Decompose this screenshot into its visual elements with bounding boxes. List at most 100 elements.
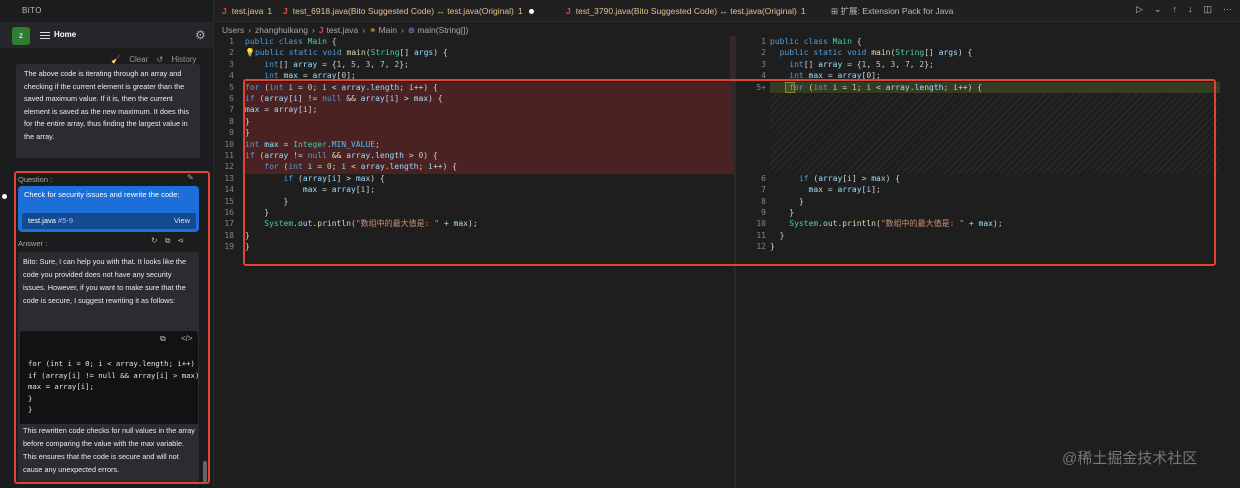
indicator-dot-icon: [2, 194, 7, 199]
line-number: 9: [229, 128, 234, 138]
more-actions-icon[interactable]: ···: [1223, 4, 1232, 14]
side-strip: [0, 48, 14, 488]
panel-toolbar: 🧹 Clear ↺ History: [105, 55, 196, 64]
tab-diff-3790[interactable]: Jtest_3790.java(Bito Suggested Code) ↔ t…: [566, 0, 806, 22]
answer-actions: ↻ ⧉ ⋖: [151, 236, 191, 246]
line-number: 17: [224, 219, 234, 229]
line-number: 13: [224, 173, 234, 183]
regenerate-icon[interactable]: ↻: [151, 236, 158, 245]
code-line: }: [28, 393, 33, 403]
copy-code-icon[interactable]: ⧉: [160, 334, 166, 344]
code-text: int[] array = {1, 5, 3, 7, 2};: [264, 59, 409, 69]
previous-answer: The above code is iterating through an a…: [16, 64, 200, 158]
gear-icon[interactable]: ⚙: [195, 28, 206, 42]
tab-bar: Jtest.java 1 Jtest_6918.java(Bito Suggest…: [214, 0, 1240, 22]
code-line: for (int i = 0; i < array.length; i++) {: [28, 359, 198, 368]
question-text: Check for security issues and rewrite th…: [24, 190, 180, 199]
unsaved-dot-icon: [528, 9, 534, 15]
diff-highlight-frame: [243, 79, 1216, 266]
insert-code-icon[interactable]: </>: [181, 334, 193, 343]
share-icon[interactable]: ⋖: [177, 236, 184, 245]
tab-label: test_3790.java(Bito Suggested Code) ↔ te…: [575, 6, 797, 16]
menu-icon[interactable]: [40, 32, 50, 40]
copy-answer-icon[interactable]: ⧉: [165, 236, 171, 245]
code-text: 💡public static void main(String[] args) …: [245, 48, 448, 58]
java-file-icon: J: [318, 25, 324, 35]
java-file-icon: J: [566, 6, 571, 16]
answer-label: Answer :: [18, 239, 48, 248]
editor-actions: ▷ ⌄ ↑ ↓ ◫ ···: [1125, 4, 1232, 15]
breadcrumb-file[interactable]: test.java: [327, 25, 359, 35]
answer-intro: Bito: Sure, I can help you with that. It…: [23, 257, 187, 305]
line-number: 2: [761, 48, 766, 58]
tab-label: 扩展: Extension Pack for Java: [840, 6, 954, 16]
line-number: 1: [761, 37, 766, 46]
line-number: 3: [229, 59, 234, 69]
file-ref-name: test.java: [28, 216, 56, 225]
java-file-icon: J: [283, 6, 288, 16]
line-number: 8: [229, 116, 234, 126]
home-tab[interactable]: Home: [54, 30, 76, 39]
line-number: 19: [224, 242, 234, 252]
breadcrumb-user[interactable]: zhanghuikang: [255, 25, 308, 35]
java-file-icon: J: [222, 6, 227, 16]
arrow-down-icon[interactable]: ↓: [1188, 4, 1193, 14]
breadcrumb-class[interactable]: Main: [379, 25, 397, 35]
file-reference[interactable]: test.java #5-9 View: [22, 213, 196, 229]
history-label: History: [171, 55, 197, 64]
line-number: 7: [229, 105, 234, 115]
code-block: for (int i = 0; i < array.length; i++) {…: [20, 349, 198, 424]
code-text: public class Main {: [245, 37, 337, 46]
avatar[interactable]: z: [12, 27, 30, 45]
panel-title: BITO: [22, 6, 42, 15]
panel-header: z Home ⚙: [0, 22, 213, 48]
tab-diff-6918[interactable]: Jtest_6918.java(Bito Suggested Code) ↔ t…: [283, 0, 534, 22]
code-line: if (array[i] != null && array[i] > max) …: [28, 370, 198, 380]
chevron-down-icon[interactable]: ⌄: [1154, 4, 1162, 14]
view-link[interactable]: View: [174, 213, 190, 229]
tab-label: test_6918.java(Bito Suggested Code) ↔ te…: [292, 6, 514, 16]
breadcrumb-users[interactable]: Users: [222, 25, 244, 35]
breadcrumb-method[interactable]: main(String[]): [417, 25, 468, 35]
run-icon[interactable]: ▷: [1136, 4, 1143, 14]
class-icon: ⚭: [369, 25, 379, 35]
code-text: public static void main(String[] args) {: [779, 48, 973, 58]
line-number: 12: [224, 162, 234, 172]
answer-outro: This rewritten code checks for null valu…: [23, 426, 195, 474]
tab-extension-pack[interactable]: ⊞ 扩展: Extension Pack for Java: [831, 0, 953, 22]
history-button[interactable]: ↺ History: [157, 55, 197, 64]
tab-problem-count: 1: [517, 6, 523, 16]
edit-icon[interactable]: ✎: [187, 173, 194, 182]
file-ref-lines: #5-9: [58, 216, 74, 225]
line-number: 16: [224, 208, 234, 217]
line-number: 10: [224, 139, 234, 149]
line-number: 3: [761, 59, 766, 69]
panel-scrollbar[interactable]: [203, 461, 207, 483]
line-number: 5: [229, 82, 234, 92]
tab-problem-count: 1: [800, 6, 806, 16]
split-editor-icon[interactable]: ◫: [1203, 4, 1212, 14]
line-number: 4: [229, 71, 234, 81]
code-text: int[] array = {1, 5, 3, 7, 2};: [789, 59, 934, 69]
tab-test-java[interactable]: Jtest.java 1: [222, 0, 272, 22]
line-number: 2: [229, 48, 234, 58]
line-number: 15: [224, 196, 234, 206]
code-text: public class Main {: [770, 37, 862, 46]
arrow-up-icon[interactable]: ↑: [1172, 4, 1177, 14]
line-number: 6: [229, 94, 234, 103]
clear-label: Clear: [129, 55, 149, 64]
code-block-header: ⧉ </>: [20, 331, 198, 349]
tab-label: test.java: [231, 6, 264, 16]
code-line: }: [28, 405, 33, 414]
line-number: 18: [224, 230, 234, 240]
question-label: Question :: [18, 175, 53, 184]
bito-panel: BITO z Home ⚙ 🧹 Clear ↺ History The abov…: [0, 0, 214, 488]
method-icon: ⊚: [407, 25, 418, 35]
breadcrumb: Users › zhanghuikang › Jtest.java › ⚭ Main › ⊚ m…: [222, 25, 469, 35]
line-number: 11: [224, 151, 234, 160]
line-number: 1: [229, 37, 234, 46]
line-number: 14: [224, 185, 234, 195]
tab-problem-count: 1: [267, 6, 273, 16]
code-line: max = array[i];: [28, 382, 94, 391]
clear-button[interactable]: 🧹 Clear: [111, 55, 148, 64]
